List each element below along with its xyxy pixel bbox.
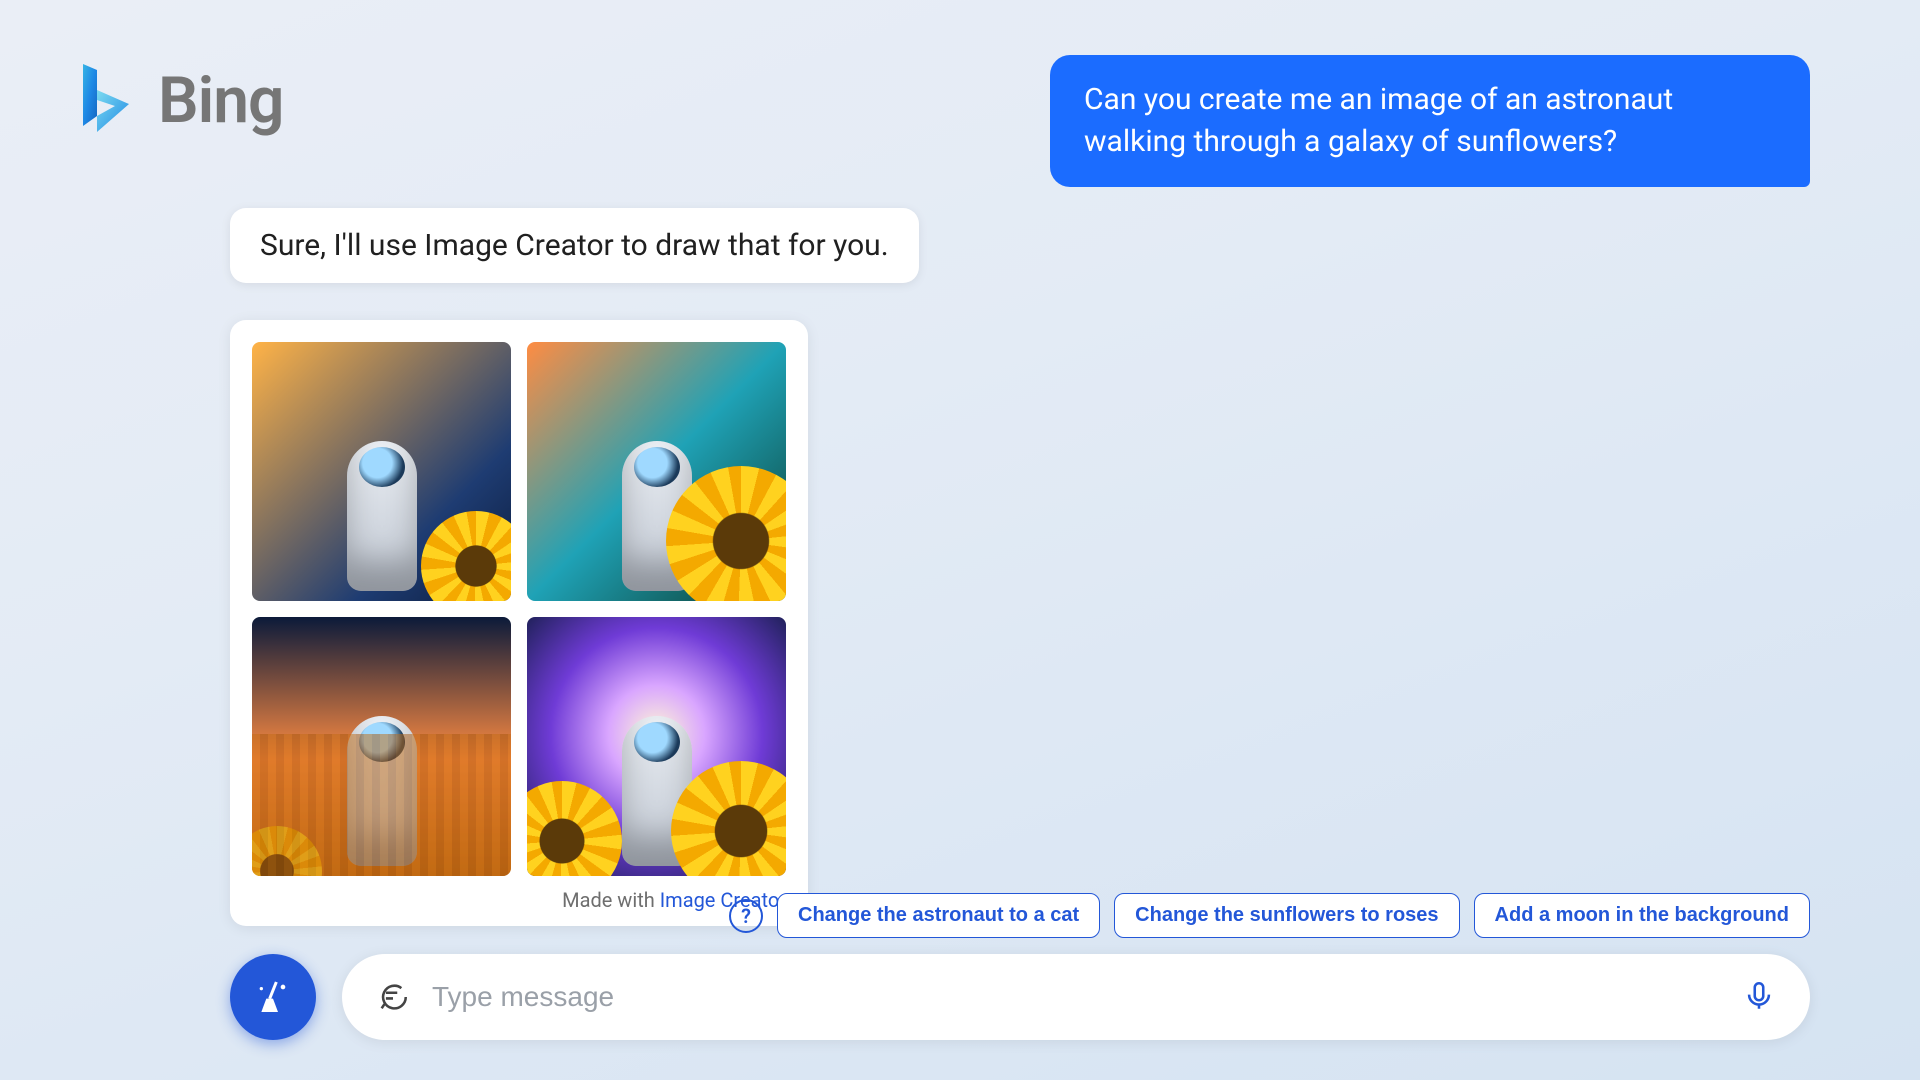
- image-card-footer: Made with Image Creator: [252, 876, 786, 912]
- generated-image-1[interactable]: [252, 342, 511, 601]
- microphone-icon: [1742, 979, 1776, 1013]
- generated-image-2[interactable]: [527, 342, 786, 601]
- broom-sparkle-icon: [253, 977, 293, 1017]
- chat-icon: [376, 980, 410, 1014]
- bot-message-bubble: Sure, I'll use Image Creator to draw tha…: [230, 208, 919, 283]
- generated-image-3[interactable]: [252, 617, 511, 876]
- brand-logo: Bing: [70, 60, 283, 140]
- bing-logo-icon: [70, 60, 140, 140]
- help-icon[interactable]: ?: [729, 899, 763, 933]
- bot-message-text: Sure, I'll use Image Creator to draw tha…: [260, 228, 889, 263]
- suggestion-chip-1[interactable]: Change the astronaut to a cat: [777, 893, 1100, 938]
- new-topic-button[interactable]: [230, 954, 316, 1040]
- user-message-text: Can you create me an image of an astrona…: [1084, 82, 1673, 159]
- user-message-bubble: Can you create me an image of an astrona…: [1050, 55, 1810, 187]
- suggestion-row: ? Change the astronaut to a cat Change t…: [729, 893, 1810, 938]
- message-input[interactable]: [432, 981, 1720, 1013]
- footer-prefix: Made with: [562, 888, 660, 912]
- suggestion-chip-3[interactable]: Add a moon in the background: [1474, 893, 1810, 938]
- message-input-pill: [342, 954, 1810, 1040]
- brand-name: Bing: [158, 63, 283, 138]
- microphone-button[interactable]: [1742, 979, 1776, 1016]
- image-grid: [252, 342, 786, 876]
- image-results-card: Made with Image Creator: [230, 320, 808, 926]
- suggestion-chip-2[interactable]: Change the sunflowers to roses: [1114, 893, 1459, 938]
- generated-image-4[interactable]: [527, 617, 786, 876]
- composer-row: [230, 954, 1810, 1040]
